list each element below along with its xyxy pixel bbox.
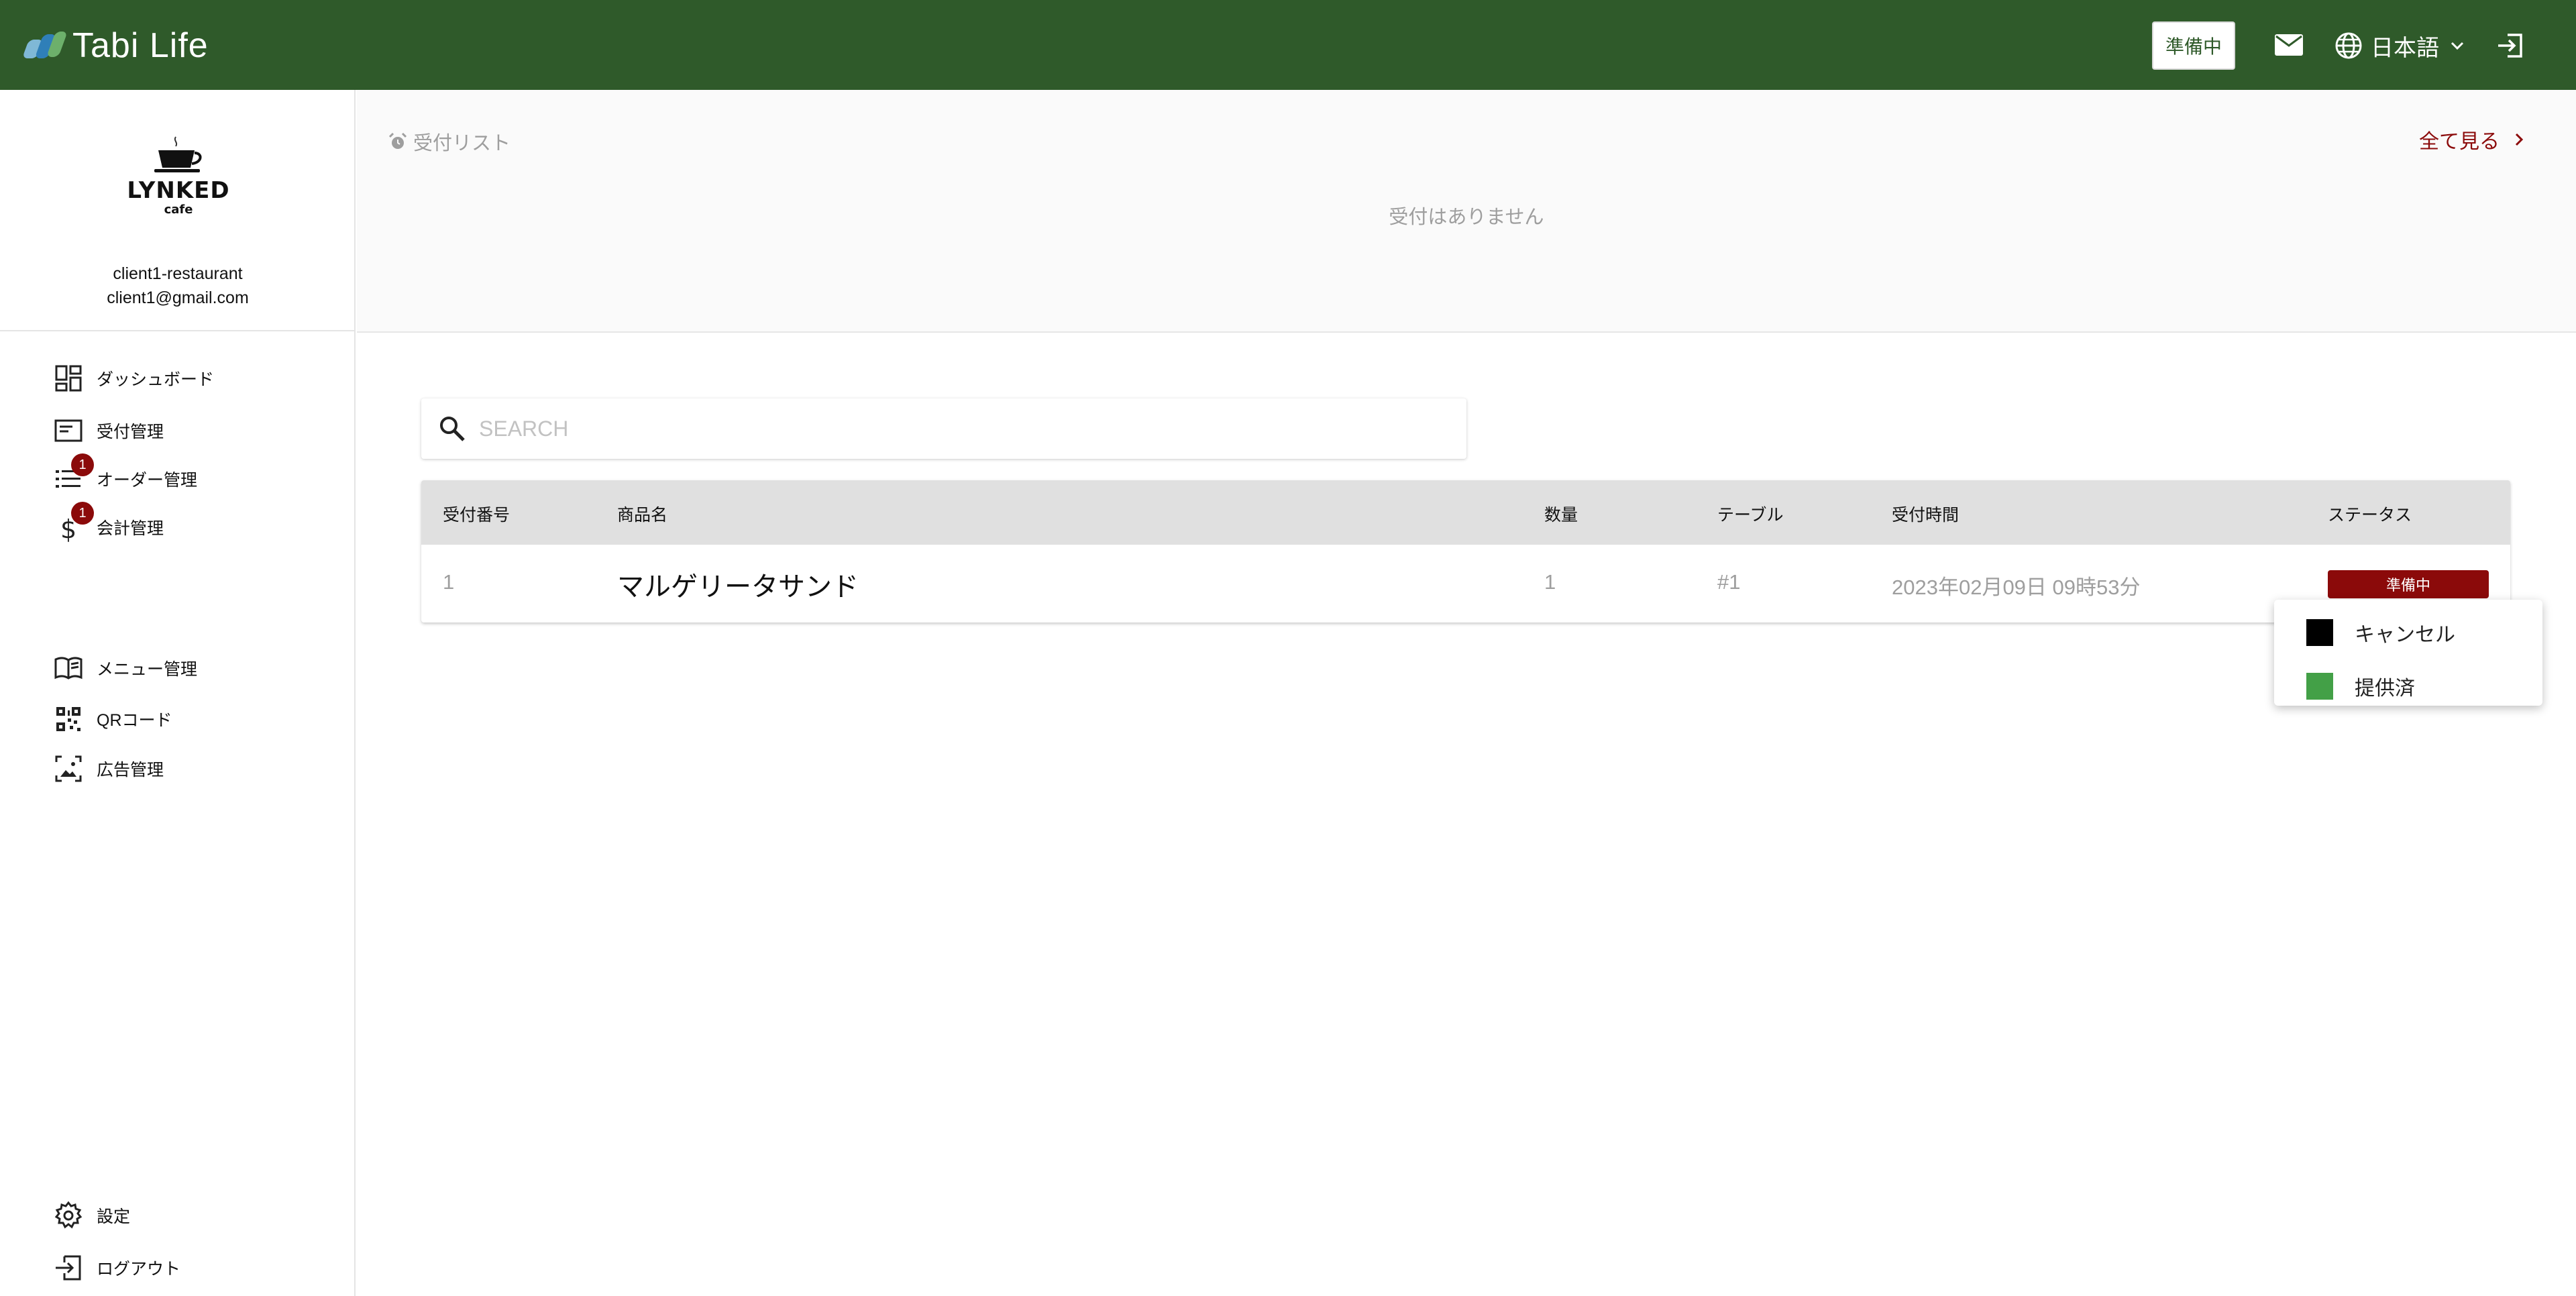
brand-name: Tabi Life [72,26,209,65]
menu-book-icon [54,653,83,683]
order-product: マルゲリータサンド [617,572,859,602]
column-header-number[interactable]: 受付番号 [443,502,510,526]
column-header-status[interactable]: ステータス [2328,502,2412,526]
sidebar-item-label: メニュー管理 [97,660,198,679]
account-email: client1@gmail.com [107,288,249,307]
order-table: #1 [1717,570,1741,594]
sidebar-item-dashboard[interactable]: ダッシュボード [54,360,214,397]
dashboard-icon [54,364,83,393]
status-option-label: 提供済 [2355,678,2415,700]
account-name: client1-restaurant [113,264,243,283]
language-selector[interactable]: 日本語 [2334,27,2466,64]
logout-icon [54,1253,83,1283]
search-input[interactable] [479,416,1418,441]
sidebar-item-label: オーダー管理 [97,471,198,490]
sidebar-item-label: 受付管理 [97,423,164,441]
search-bar [421,398,1466,459]
sidebar-item-reception[interactable]: 受付管理 [54,412,164,449]
see-all-label: 全て見る [2419,131,2500,153]
column-header-time[interactable]: 受付時間 [1892,502,1959,526]
sidebar-item-label: ダッシュボード [97,370,215,389]
reception-list-title: 受付リスト [388,127,511,156]
language-label: 日本語 [2371,35,2439,61]
store-logo-subtext: cafe [164,203,193,217]
mail-icon[interactable] [2274,34,2304,56]
qr-code-icon [54,704,83,734]
dollar-icon: $ 1 [54,502,94,544]
store-logo: LYNKED cafe [118,123,239,217]
ad-image-icon [54,754,83,784]
order-time: 2023年02月09日 09時53分 [1892,576,2141,599]
brand-mark-icon [21,30,68,61]
column-header-table[interactable]: テーブル [1717,502,1784,526]
green-swatch-icon [2306,673,2333,700]
chevron-right-icon [2515,133,2524,146]
sidebar-item-accounting[interactable]: $ 1 会計管理 [54,502,164,546]
reception-list-panel: 受付リスト 全て見る 受付はありません [357,90,2576,333]
sidebar-divider [0,330,356,331]
order-number: 1 [443,570,455,594]
reception-list-label: 受付リスト [413,133,511,154]
store-status-button[interactable]: 準備中 [2152,21,2235,70]
column-header-quantity[interactable]: 数量 [1544,502,1578,526]
reception-icon [54,416,83,445]
status-option-cancel[interactable]: キャンセル [2306,616,2455,649]
sidebar-item-label: ログアウト [97,1260,181,1279]
sidebar-item-label: 設定 [97,1207,131,1226]
exit-icon[interactable] [2496,31,2525,60]
order-quantity: 1 [1544,570,1556,594]
status-option-served[interactable]: 提供済 [2306,669,2415,703]
column-header-product[interactable]: 商品名 [617,502,667,526]
table-header: 受付番号 商品名 数量 テーブル 受付時間 ステータス [421,480,2510,545]
accounting-count-badge: 1 [71,502,94,525]
orders-table: 受付番号 商品名 数量 テーブル 受付時間 ステータス 1 マルゲリータサンド … [421,480,2510,623]
gear-icon [54,1201,83,1230]
sidebar-item-qr-code[interactable]: QRコード [54,700,172,738]
order-status-button[interactable]: 準備中 [2328,570,2489,598]
store-logo-text: LYNKED [127,177,230,204]
search-icon [440,417,465,441]
brand-logo[interactable]: Tabi Life [21,24,209,67]
top-app-bar: Tabi Life 準備中 日本語 [0,0,2576,90]
status-dropdown-menu: キャンセル 提供済 [2274,600,2542,706]
alarm-icon [388,132,407,149]
globe-icon [2335,32,2362,59]
sidebar-item-menu-management[interactable]: メニュー管理 [54,649,197,687]
sidebar-item-logout[interactable]: ログアウト [54,1249,180,1287]
sidebar-item-ads[interactable]: 広告管理 [54,750,164,788]
list-icon: 1 [54,453,94,494]
black-swatch-icon [2306,619,2333,646]
sidebar-item-label: 会計管理 [97,519,164,538]
see-all-link[interactable]: 全て見る [2419,125,2528,154]
coffee-cup-icon [154,136,202,172]
chevron-down-icon [2451,42,2464,50]
sidebar-item-label: QRコード [97,711,172,730]
sidebar-item-label: 広告管理 [97,761,164,779]
sidebar-item-orders[interactable]: 1 オーダー管理 [54,453,198,498]
status-option-label: キャンセル [2355,624,2455,646]
sidebar-item-settings[interactable]: 設定 [54,1197,130,1234]
sidebar: LYNKED cafe client1-restaurant client1@g… [0,90,356,1296]
order-count-badge: 1 [71,453,94,476]
reception-empty-message: 受付はありません [1389,207,1544,228]
